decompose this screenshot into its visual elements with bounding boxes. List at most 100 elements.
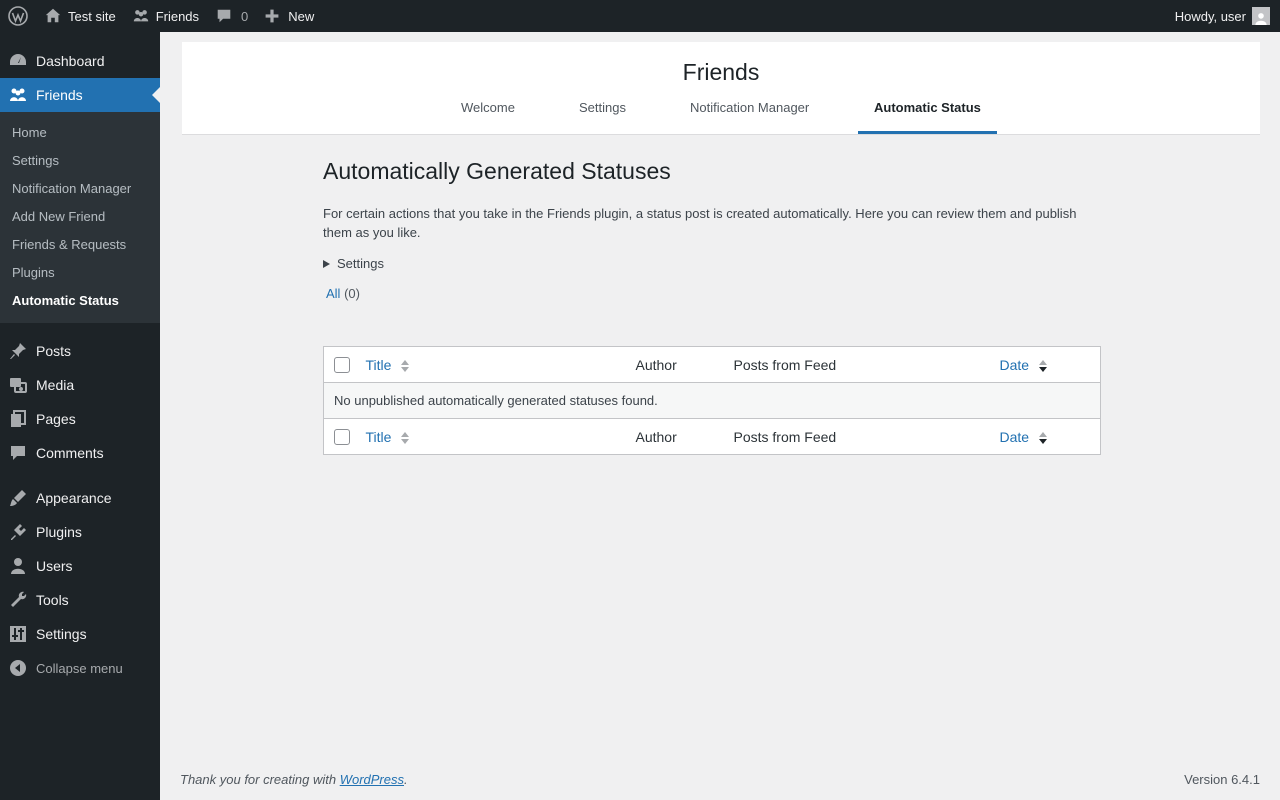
dashboard-icon — [0, 51, 36, 71]
view-all-link[interactable]: All — [326, 286, 340, 301]
sidebar-item-dashboard[interactable]: Dashboard — [0, 44, 160, 78]
tab-automatic-status[interactable]: Automatic Status — [858, 94, 997, 134]
pushpin-icon — [0, 341, 36, 361]
view-filters: All (0) — [326, 286, 360, 301]
submenu-automatic-status[interactable]: Automatic Status — [0, 287, 160, 315]
media-icon — [0, 375, 36, 395]
empty-table-message: No unpublished automatically generated s… — [323, 382, 1101, 419]
footer-version: Version 6.4.1 — [1184, 772, 1260, 787]
submenu-friends-requests[interactable]: Friends & Requests — [0, 231, 160, 259]
friends-plugin-header: Friends Welcome Settings Notification Ma… — [182, 42, 1260, 135]
author-column-footer: Author — [627, 418, 726, 455]
sort-arrows-icon — [1038, 359, 1047, 372]
sidebar-item-label: Appearance — [36, 490, 112, 506]
settings-disclosure[interactable]: Settings — [323, 256, 384, 271]
settings-sliders-icon — [0, 624, 36, 644]
sidebar-item-friends[interactable]: Friends — [0, 78, 160, 112]
sidebar-item-users[interactable]: Users — [0, 549, 160, 583]
avatar — [1252, 7, 1270, 25]
submenu-add-new-friend[interactable]: Add New Friend — [0, 203, 160, 231]
table-row: No unpublished automatically generated s… — [323, 382, 1101, 419]
sidebar-item-posts[interactable]: Posts — [0, 334, 160, 368]
admin-bar: Test site Friends 0 New Howdy, user — [0, 0, 1280, 32]
main-content: Friends Welcome Settings Notification Ma… — [160, 32, 1280, 800]
sort-arrows-icon — [401, 431, 410, 444]
submenu-settings[interactable]: Settings — [0, 147, 160, 175]
page-title: Automatically Generated Statuses — [323, 158, 671, 184]
date-sort-link-footer[interactable]: Date — [1000, 429, 1030, 445]
sidebar-item-label: Settings — [36, 626, 87, 642]
paintbrush-icon — [0, 488, 36, 508]
settings-disclosure-label: Settings — [337, 256, 384, 271]
collapse-arrow-icon — [10, 660, 26, 676]
my-account-link[interactable]: Howdy, user — [1167, 0, 1280, 32]
disclosure-triangle-icon — [323, 259, 330, 268]
table-footer-row: Title Author Posts from Feed Date — [323, 418, 1101, 455]
friends-adminbar-link[interactable]: Friends — [124, 0, 207, 32]
wordpress-link[interactable]: WordPress — [340, 772, 404, 787]
sidebar-item-label: Pages — [36, 411, 76, 427]
tab-notification-manager[interactable]: Notification Manager — [674, 94, 825, 134]
wrench-icon — [0, 590, 36, 610]
plus-icon — [265, 9, 279, 23]
admin-sidebar: Dashboard Friends Home Settings Notifica… — [0, 32, 160, 800]
sidebar-item-label: Dashboard — [36, 53, 105, 69]
sidebar-item-settings[interactable]: Settings — [0, 617, 160, 651]
sidebar-item-appearance[interactable]: Appearance — [0, 481, 160, 515]
title-sort-link[interactable]: Title — [366, 357, 392, 373]
sort-arrows-icon — [401, 359, 410, 372]
sidebar-item-label: Posts — [36, 343, 72, 359]
new-label: New — [288, 8, 315, 24]
friends-submenu: Home Settings Notification Manager Add N… — [0, 112, 160, 323]
site-name-link[interactable]: Test site — [36, 0, 124, 32]
sort-arrows-icon — [1038, 431, 1047, 444]
friends-icon — [133, 10, 148, 22]
select-all-checkbox[interactable] — [334, 357, 350, 374]
sidebar-item-media[interactable]: Media — [0, 368, 160, 402]
view-all-count: (0) — [344, 286, 360, 301]
sidebar-item-label: Media — [36, 377, 75, 393]
tab-settings[interactable]: Settings — [563, 94, 642, 134]
sidebar-item-label: Users — [36, 558, 73, 574]
sidebar-item-pages[interactable]: Pages — [0, 402, 160, 436]
posts-from-feed-column-footer: Posts from Feed — [725, 418, 992, 455]
wordpress-logo-icon[interactable] — [0, 0, 36, 32]
tab-welcome[interactable]: Welcome — [445, 94, 531, 134]
title-sort-link-footer[interactable]: Title — [366, 429, 392, 445]
friends-adminbar-label: Friends — [155, 8, 200, 24]
howdy-label: Howdy, user — [1174, 8, 1246, 24]
page-description: For certain actions that you take in the… — [323, 206, 1077, 240]
user-icon — [0, 556, 36, 576]
sidebar-item-label: Friends — [36, 87, 83, 103]
plugin-title: Friends — [682, 59, 760, 85]
sidebar-item-label: Comments — [36, 445, 104, 461]
site-name-label: Test site — [68, 8, 116, 24]
footer-thanks-text: Thank you for creating with — [180, 772, 340, 787]
pages-icon — [0, 409, 36, 429]
table-header-row: Title Author Posts from Feed Date — [323, 346, 1101, 383]
comments-count: 0 — [241, 8, 249, 24]
sidebar-item-plugins[interactable]: Plugins — [0, 515, 160, 549]
collapse-menu-button[interactable]: Collapse menu — [0, 651, 160, 685]
submenu-plugins[interactable]: Plugins — [0, 259, 160, 287]
submenu-notification-manager[interactable]: Notification Manager — [0, 175, 160, 203]
posts-from-feed-column-header: Posts from Feed — [725, 346, 992, 383]
sidebar-item-label: Tools — [36, 592, 69, 608]
sidebar-item-comments[interactable]: Comments — [0, 436, 160, 470]
statuses-table: Title Author Posts from Feed Date No unp… — [323, 346, 1101, 455]
plugin-tabs: Welcome Settings Notification Manager Au… — [182, 94, 1260, 134]
plugin-icon — [0, 522, 36, 542]
date-sort-link[interactable]: Date — [1000, 357, 1030, 373]
comment-icon — [217, 9, 231, 23]
comment-icon — [0, 443, 36, 463]
comments-adminbar-link[interactable]: 0 — [207, 0, 256, 32]
select-all-checkbox-footer[interactable] — [334, 429, 350, 446]
sidebar-item-tools[interactable]: Tools — [0, 583, 160, 617]
collapse-menu-label: Collapse menu — [36, 660, 123, 676]
sidebar-item-label: Plugins — [36, 524, 82, 540]
submenu-home[interactable]: Home — [0, 119, 160, 147]
author-column-header: Author — [627, 346, 726, 383]
friends-icon — [0, 85, 36, 105]
footer-thanks-suffix: . — [404, 772, 408, 787]
new-content-link[interactable]: New — [256, 0, 322, 32]
